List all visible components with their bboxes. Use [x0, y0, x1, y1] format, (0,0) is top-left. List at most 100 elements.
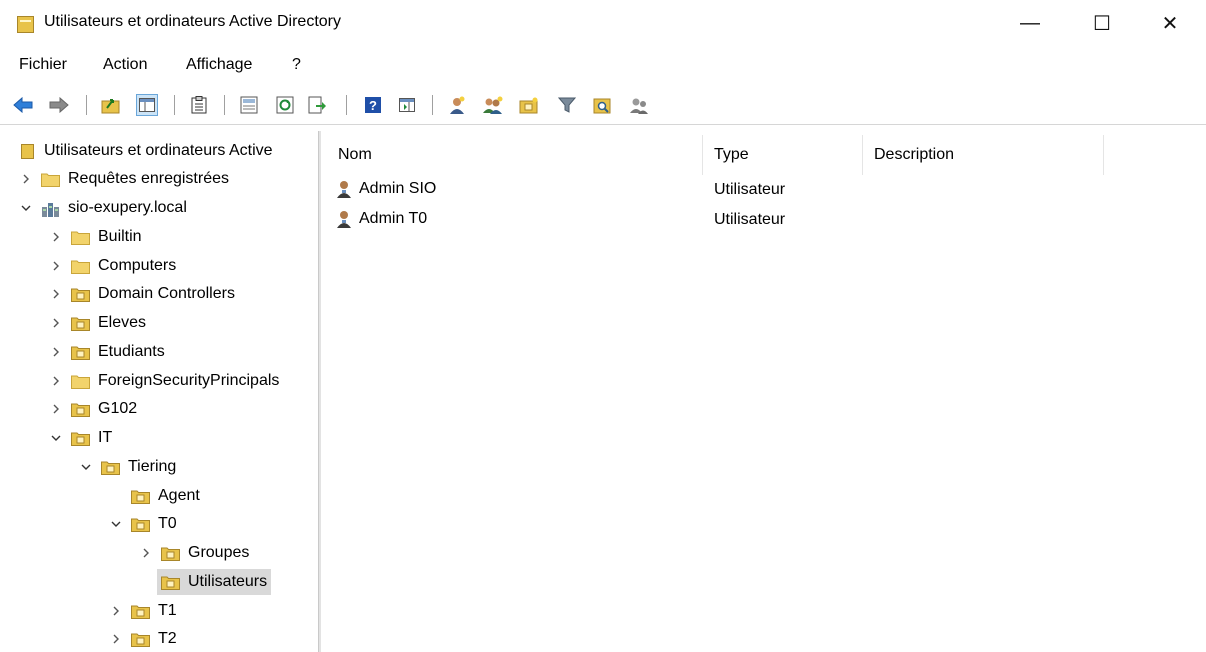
ou-folder-icon	[131, 632, 150, 647]
back-icon[interactable]	[12, 94, 34, 116]
tree-item-domain-controllers[interactable]: Domain Controllers	[49, 280, 235, 308]
chevron-right-icon[interactable]	[49, 374, 63, 388]
new-ou-icon[interactable]	[518, 94, 540, 116]
tree-item-etudiants[interactable]: Etudiants	[49, 338, 165, 366]
filter-icon[interactable]	[556, 94, 578, 116]
forward-icon[interactable]	[48, 94, 70, 116]
minimize-button[interactable]: —	[1008, 6, 1052, 40]
tree-item-root[interactable]: Utilisateurs et ordinateurs Active	[21, 137, 273, 165]
column-header-type[interactable]: Type	[714, 146, 749, 164]
window-title: Utilisateurs et ordinateurs Active Direc…	[44, 13, 341, 30]
tree-item-it[interactable]: IT	[49, 424, 112, 452]
user-icon	[335, 179, 355, 199]
tree-item-groupes[interactable]: Groupes	[139, 539, 249, 567]
column-header-description[interactable]: Description	[874, 146, 954, 164]
toolbar-divider	[0, 124, 1206, 125]
tree-item-saved-queries[interactable]: Requêtes enregistrées	[19, 165, 229, 193]
list-item[interactable]: Admin T0	[335, 205, 427, 233]
column-divider[interactable]	[862, 135, 863, 175]
toolbar: ?	[0, 88, 1206, 122]
chevron-down-icon[interactable]	[19, 201, 33, 215]
add-to-group-icon[interactable]	[628, 94, 650, 116]
results-list: Nom Type Description Admin SIO Utilisate…	[325, 131, 1206, 652]
column-divider[interactable]	[702, 135, 703, 175]
tree-label: Requêtes enregistrées	[68, 170, 229, 187]
tree-item-t0[interactable]: T0	[109, 510, 177, 538]
tree-item-builtin[interactable]: Builtin	[49, 223, 142, 251]
menu-fichier[interactable]: Fichier	[19, 56, 67, 74]
chevron-right-icon[interactable]	[49, 316, 63, 330]
tree-item-tiering[interactable]: Tiering	[79, 453, 176, 481]
chevron-right-icon[interactable]	[49, 345, 63, 359]
tree-label: T0	[158, 515, 177, 532]
tree-label: ForeignSecurityPrincipals	[98, 372, 280, 389]
folder-icon	[71, 374, 90, 389]
ou-folder-icon	[161, 575, 180, 590]
tree-item-t1[interactable]: T1	[109, 597, 177, 625]
chevron-right-icon[interactable]	[109, 604, 123, 618]
console-tree: Utilisateurs et ordinateurs Active Requê…	[0, 131, 318, 652]
tree-item-foreign-security-principals[interactable]: ForeignSecurityPrincipals	[49, 367, 279, 395]
ou-folder-icon	[71, 287, 90, 302]
tree-label: IT	[98, 429, 113, 446]
tree-item-g102[interactable]: G102	[49, 395, 137, 423]
pane-splitter[interactable]	[318, 131, 321, 652]
tree-item-eleves[interactable]: Eleves	[49, 309, 146, 337]
help-icon[interactable]: ?	[362, 94, 384, 116]
tree-selection[interactable]: Utilisateurs	[157, 569, 272, 595]
chevron-down-icon[interactable]	[49, 431, 63, 445]
chevron-down-icon[interactable]	[79, 460, 93, 474]
tree-label: Domain Controllers	[98, 285, 235, 302]
chevron-right-icon[interactable]	[19, 172, 33, 186]
tree-item-t2[interactable]: T2	[109, 625, 177, 652]
chevron-right-icon[interactable]	[49, 402, 63, 416]
chevron-right-icon[interactable]	[109, 632, 123, 646]
menu-affichage[interactable]: Affichage	[186, 56, 252, 74]
column-header-name[interactable]: Nom	[338, 146, 372, 164]
chevron-right-icon[interactable]	[139, 546, 153, 560]
folder-icon	[41, 172, 60, 187]
user-type: Utilisateur	[714, 211, 786, 228]
find-icon[interactable]	[592, 94, 614, 116]
menu-action[interactable]: Action	[103, 56, 147, 74]
directory-icon	[21, 143, 34, 159]
chevron-right-icon[interactable]	[49, 287, 63, 301]
refresh-icon[interactable]	[274, 94, 296, 116]
tree-item-computers[interactable]: Computers	[49, 252, 176, 280]
tree-item-utilisateurs[interactable]: Utilisateurs	[139, 568, 272, 596]
tree-label: T1	[158, 602, 177, 619]
tree-item-agent[interactable]: Agent	[109, 482, 200, 510]
domain-icon	[41, 201, 60, 217]
clipboard-icon[interactable]	[188, 94, 210, 116]
tree-label: sio-exupery.local	[68, 199, 187, 216]
show-action-pane-icon[interactable]	[396, 94, 418, 116]
chevron-right-icon[interactable]	[49, 230, 63, 244]
tree-label: Builtin	[98, 228, 142, 245]
up-folder-icon[interactable]	[100, 94, 122, 116]
tree-label: T2	[158, 630, 177, 647]
ou-folder-icon	[131, 517, 150, 532]
tree-label: G102	[98, 400, 138, 417]
properties-icon[interactable]	[238, 94, 260, 116]
ou-folder-icon	[101, 460, 120, 475]
tree-label: Tiering	[128, 458, 177, 475]
maximize-button[interactable]: ☐	[1080, 6, 1124, 40]
show-console-tree-icon[interactable]	[136, 94, 158, 116]
column-divider[interactable]	[1103, 135, 1104, 175]
list-item[interactable]: Admin SIO	[335, 175, 436, 203]
menu-help[interactable]: ?	[292, 56, 301, 74]
ou-folder-icon	[71, 316, 90, 331]
tree-label: Eleves	[98, 314, 147, 331]
ou-folder-icon	[161, 546, 180, 561]
chevron-right-icon[interactable]	[49, 259, 63, 273]
new-user-icon[interactable]	[446, 94, 468, 116]
chevron-down-icon[interactable]	[109, 517, 123, 531]
export-list-icon[interactable]	[306, 94, 328, 116]
ou-folder-icon	[131, 489, 150, 504]
new-group-icon[interactable]	[482, 94, 504, 116]
ou-folder-icon	[131, 604, 150, 619]
tree-label: Groupes	[188, 544, 250, 561]
tree-label: Agent	[158, 487, 200, 504]
tree-item-domain[interactable]: sio-exupery.local	[19, 194, 187, 222]
close-button[interactable]: ✕	[1148, 6, 1192, 40]
